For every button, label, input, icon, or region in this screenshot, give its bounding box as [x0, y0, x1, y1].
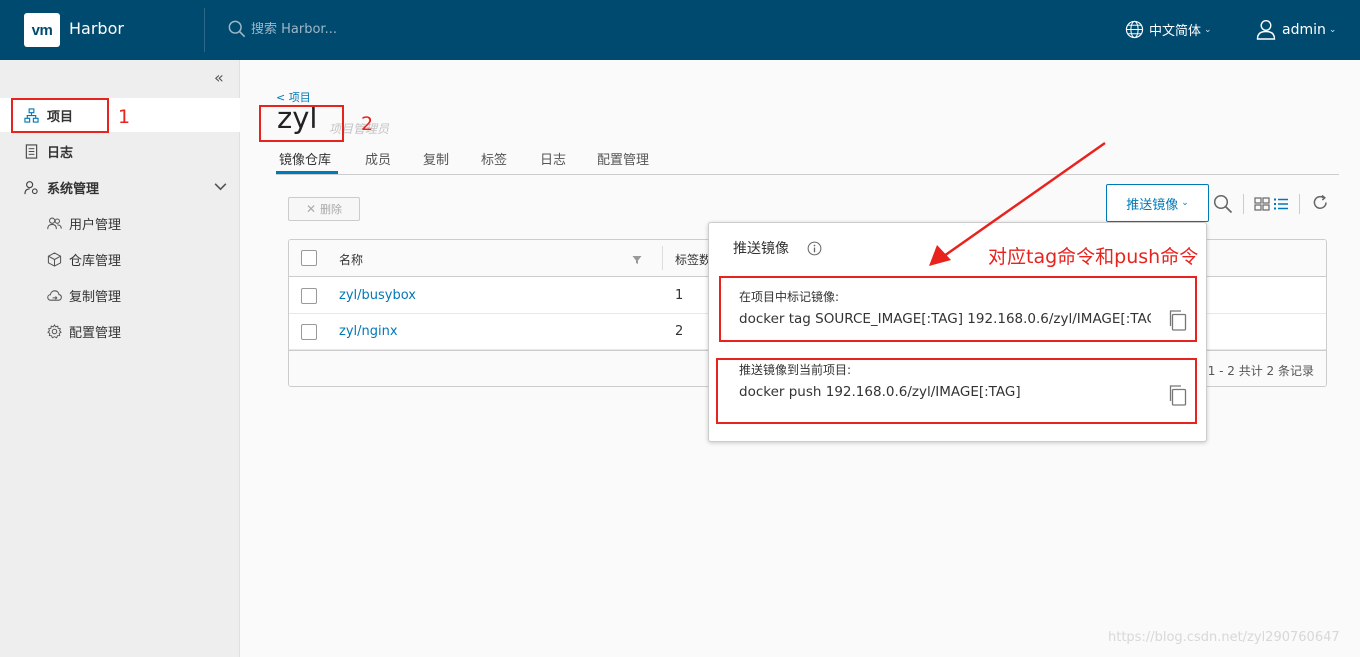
- sidebar-item-config[interactable]: 配置管理: [0, 314, 240, 348]
- language-label: 中文简体: [1149, 24, 1202, 39]
- sidebar-item-logs[interactable]: 日志: [0, 134, 240, 168]
- sidebar-item-label: 系统管理: [47, 181, 100, 197]
- sidebar: « 项目 日志 系统管理 用户管理 仓库管理 复制管理 配置管理: [0, 60, 240, 657]
- chevron-down-icon: ⌄: [1181, 198, 1189, 208]
- language-selector[interactable]: 中文简体 ⌄: [1125, 20, 1212, 39]
- header-divider: [204, 8, 205, 52]
- tab-members[interactable]: 成员: [365, 149, 391, 168]
- row-checkbox[interactable]: [301, 288, 317, 304]
- search-input[interactable]: [251, 21, 451, 37]
- info-icon[interactable]: [807, 241, 822, 256]
- cube-icon: [47, 251, 62, 267]
- active-tab-indicator: [276, 171, 338, 174]
- annotation-note: 对应tag命令和push命令: [988, 246, 1199, 268]
- tag-count: 1: [675, 288, 684, 303]
- vmware-logo[interactable]: vm: [24, 13, 60, 47]
- tab-repositories[interactable]: 镜像仓库: [279, 149, 331, 168]
- popover-title: 推送镜像: [733, 241, 789, 257]
- column-divider: [662, 246, 663, 270]
- chevron-down-icon: ⌄: [1204, 24, 1212, 35]
- row-checkbox[interactable]: [301, 324, 317, 340]
- toolbar-divider: [1243, 194, 1244, 214]
- app-name[interactable]: Harbor: [69, 19, 124, 38]
- pagination-summary: 1 - 2 共计 2 条记录: [1207, 364, 1314, 378]
- top-header: vm Harbor 中文简体 ⌄ admin ⌄: [0, 0, 1360, 60]
- annotation-number-2: 2: [361, 113, 374, 135]
- close-icon: ✕: [305, 202, 317, 216]
- user-icon: [1256, 19, 1276, 40]
- tab-labels[interactable]: 标签: [481, 149, 507, 168]
- annotation-box-tag-command: [719, 276, 1197, 342]
- sidebar-item-label: 用户管理: [69, 217, 122, 233]
- tab-configuration[interactable]: 配置管理: [597, 149, 649, 168]
- list-view-icon[interactable]: [1273, 196, 1289, 212]
- username: admin: [1282, 21, 1326, 38]
- search-icon: [228, 20, 246, 38]
- log-icon: [25, 143, 38, 159]
- tab-replication[interactable]: 复制: [423, 149, 449, 168]
- delete-label: 删除: [320, 203, 343, 216]
- annotation-box-push-command: [716, 358, 1197, 424]
- user-menu[interactable]: admin ⌄: [1256, 19, 1336, 40]
- repository-link[interactable]: zyl/busybox: [339, 288, 416, 303]
- sidebar-item-label: 日志: [47, 145, 74, 161]
- collapse-sidebar-icon[interactable]: «: [214, 68, 224, 87]
- gear-icon: [47, 323, 62, 338]
- push-image-button[interactable]: 推送镜像 ⌄: [1106, 184, 1209, 222]
- search-icon[interactable]: [1213, 194, 1233, 214]
- delete-button[interactable]: ✕ 删除: [288, 197, 360, 221]
- annotation-box-projects: [11, 98, 109, 133]
- toolbar-divider: [1299, 194, 1300, 214]
- filter-icon[interactable]: [632, 255, 642, 265]
- sidebar-item-users[interactable]: 用户管理: [0, 206, 240, 240]
- annotation-box-project-name: [259, 105, 344, 142]
- push-image-label: 推送镜像: [1126, 197, 1179, 213]
- grid-view-icon[interactable]: [1254, 196, 1270, 212]
- sidebar-item-label: 复制管理: [69, 289, 122, 305]
- sidebar-item-system-admin[interactable]: 系统管理: [0, 170, 240, 204]
- tab-logs[interactable]: 日志: [540, 149, 566, 168]
- admin-icon: [24, 180, 38, 194]
- cloud-icon: [47, 289, 62, 301]
- project-tabs: 镜像仓库 成员 复制 标签 日志 配置管理: [276, 142, 1339, 175]
- repository-link[interactable]: zyl/nginx: [339, 324, 398, 339]
- sidebar-item-label: 仓库管理: [69, 253, 122, 269]
- global-search[interactable]: [228, 20, 451, 38]
- refresh-icon[interactable]: [1312, 194, 1329, 211]
- watermark: https://blog.csdn.net/zyl290760647: [1108, 630, 1340, 645]
- chevron-down-icon: ⌄: [1328, 24, 1337, 35]
- tag-count: 2: [675, 324, 684, 339]
- annotation-number-1: 1: [118, 106, 131, 128]
- sidebar-item-label: 配置管理: [69, 325, 122, 341]
- sidebar-item-replication[interactable]: 复制管理: [0, 278, 240, 312]
- users-icon: [47, 217, 62, 229]
- sidebar-item-repositories[interactable]: 仓库管理: [0, 242, 240, 276]
- column-header-name[interactable]: 名称: [339, 251, 363, 268]
- column-header-tags[interactable]: 标签数: [675, 251, 711, 268]
- select-all-checkbox[interactable]: [301, 250, 317, 266]
- globe-icon: [1125, 20, 1144, 39]
- chevron-down-icon: [214, 183, 227, 191]
